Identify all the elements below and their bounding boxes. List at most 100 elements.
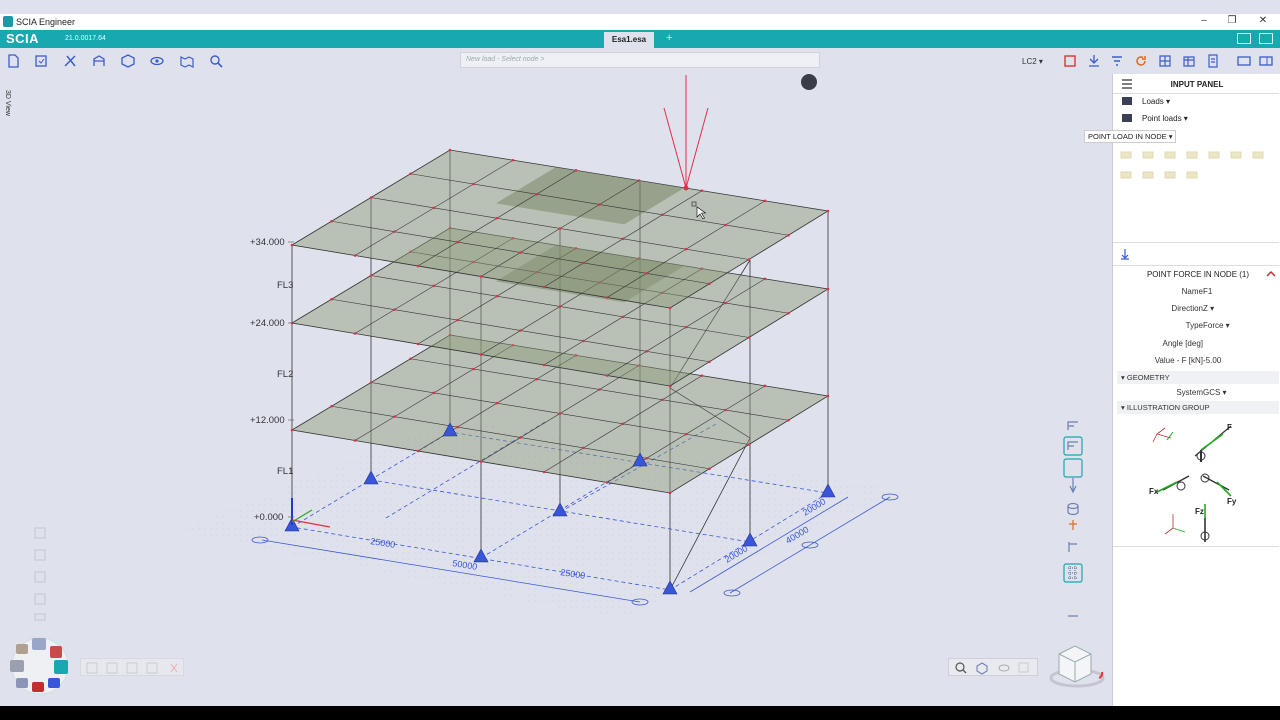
minimize-button[interactable]: – — [1194, 15, 1214, 26]
node[interactable] — [605, 481, 609, 484]
node[interactable] — [472, 182, 475, 186]
node[interactable] — [668, 306, 672, 310]
add-tab-button[interactable]: + — [666, 32, 672, 44]
node[interactable] — [558, 412, 562, 415]
window-layout-icon[interactable] — [1237, 54, 1251, 68]
node[interactable] — [605, 374, 609, 377]
node[interactable] — [605, 296, 609, 299]
maximize-button[interactable]: ❐ — [1222, 15, 1242, 26]
node[interactable] — [763, 384, 767, 388]
node[interactable] — [763, 277, 767, 281]
node[interactable] — [330, 297, 333, 301]
node[interactable] — [668, 384, 672, 388]
node[interactable] — [495, 294, 499, 298]
panel-icon[interactable] — [1259, 54, 1273, 68]
table-icon[interactable] — [1182, 54, 1196, 68]
node[interactable] — [495, 216, 499, 220]
results-icon[interactable] — [48, 678, 60, 688]
node[interactable] — [353, 332, 357, 335]
node[interactable] — [724, 408, 727, 412]
export-icon[interactable] — [1063, 54, 1077, 68]
bar-icon[interactable] — [1068, 542, 1077, 552]
node[interactable] — [456, 425, 459, 429]
zoom-icon[interactable] — [955, 662, 965, 672]
member-icon[interactable] — [1069, 520, 1077, 530]
node[interactable] — [661, 213, 664, 217]
node[interactable] — [535, 377, 538, 381]
node[interactable] — [456, 240, 459, 244]
model-icon[interactable] — [121, 54, 135, 68]
prop-row-name[interactable]: Name F1 — [1113, 284, 1279, 300]
frame-icon[interactable] — [32, 638, 46, 650]
node[interactable] — [290, 243, 294, 247]
point-load-arrow[interactable] — [663, 75, 709, 189]
selected-node[interactable] — [683, 185, 689, 191]
node[interactable] — [684, 247, 688, 251]
node[interactable] — [684, 432, 688, 436]
node[interactable] — [621, 422, 625, 426]
prop-row-system[interactable]: System GCS ▾ — [1113, 385, 1279, 401]
layout-icon[interactable] — [1237, 33, 1251, 44]
node[interactable] — [826, 287, 830, 291]
refresh-icon[interactable] — [1134, 54, 1148, 68]
view-icon[interactable] — [150, 54, 164, 68]
node[interactable] — [472, 367, 475, 371]
node[interactable] — [708, 282, 711, 286]
node[interactable] — [432, 284, 436, 288]
node[interactable] — [747, 443, 751, 446]
node[interactable] — [353, 254, 357, 257]
node[interactable] — [747, 258, 751, 261]
node[interactable] — [582, 446, 585, 450]
node[interactable] — [582, 261, 585, 265]
node[interactable] — [787, 311, 790, 315]
node[interactable] — [290, 428, 294, 432]
cube-view-icon[interactable] — [976, 662, 988, 675]
node[interactable] — [416, 264, 420, 268]
node[interactable] — [787, 418, 790, 422]
node[interactable] — [535, 192, 538, 196]
node[interactable] — [519, 251, 522, 254]
node[interactable] — [369, 274, 373, 277]
node[interactable] — [763, 199, 767, 203]
node[interactable] — [369, 381, 373, 384]
prop-row-type[interactable]: Type Force ▾ — [1113, 318, 1279, 334]
node[interactable] — [511, 158, 515, 162]
panel-toggle-icon[interactable] — [1259, 33, 1273, 44]
3d-viewport[interactable]: 25000 50000 25000 20000 40000 20000 +34.… — [0, 74, 1112, 706]
node[interactable] — [598, 388, 601, 391]
node[interactable] — [393, 230, 396, 233]
node[interactable] — [330, 219, 333, 223]
node[interactable] — [409, 172, 412, 176]
node[interactable] — [700, 189, 704, 192]
frame-selected-icon[interactable] — [1067, 441, 1078, 450]
load-case-select[interactable]: LC2 ▾ — [1022, 57, 1043, 66]
node[interactable] — [479, 460, 483, 463]
frame-icon[interactable] — [1067, 421, 1078, 430]
report-icon[interactable] — [16, 678, 28, 688]
tab-project[interactable]: Esa1.esa — [604, 32, 654, 48]
node[interactable] — [519, 436, 522, 439]
node[interactable] — [684, 325, 688, 329]
node[interactable] — [700, 374, 704, 377]
node[interactable] — [708, 467, 711, 471]
project-icon[interactable] — [10, 660, 24, 672]
view-settings-icon[interactable] — [801, 74, 817, 90]
pin-icon[interactable] — [1087, 54, 1101, 68]
tools-icon[interactable] — [63, 54, 77, 68]
point-load-command-dropdown[interactable]: POINT LOAD IN NODE ▾ — [1084, 130, 1177, 143]
node[interactable] — [495, 401, 499, 405]
check-icon[interactable] — [32, 682, 44, 692]
node[interactable] — [574, 169, 578, 172]
map-icon[interactable] — [180, 54, 194, 68]
node[interactable] — [479, 353, 483, 356]
geometry-section-header[interactable]: ▾ GEOMETRY — [1117, 371, 1279, 384]
loads-dropdown[interactable]: Loads ▾ — [1142, 97, 1242, 106]
arrow-down-icon[interactable] — [1069, 478, 1077, 494]
node[interactable] — [582, 339, 585, 343]
node[interactable] — [432, 391, 436, 395]
node[interactable] — [393, 415, 396, 418]
document-icon[interactable] — [1206, 54, 1220, 68]
node[interactable] — [598, 203, 601, 206]
node[interactable] — [724, 223, 727, 227]
node[interactable] — [787, 233, 790, 237]
